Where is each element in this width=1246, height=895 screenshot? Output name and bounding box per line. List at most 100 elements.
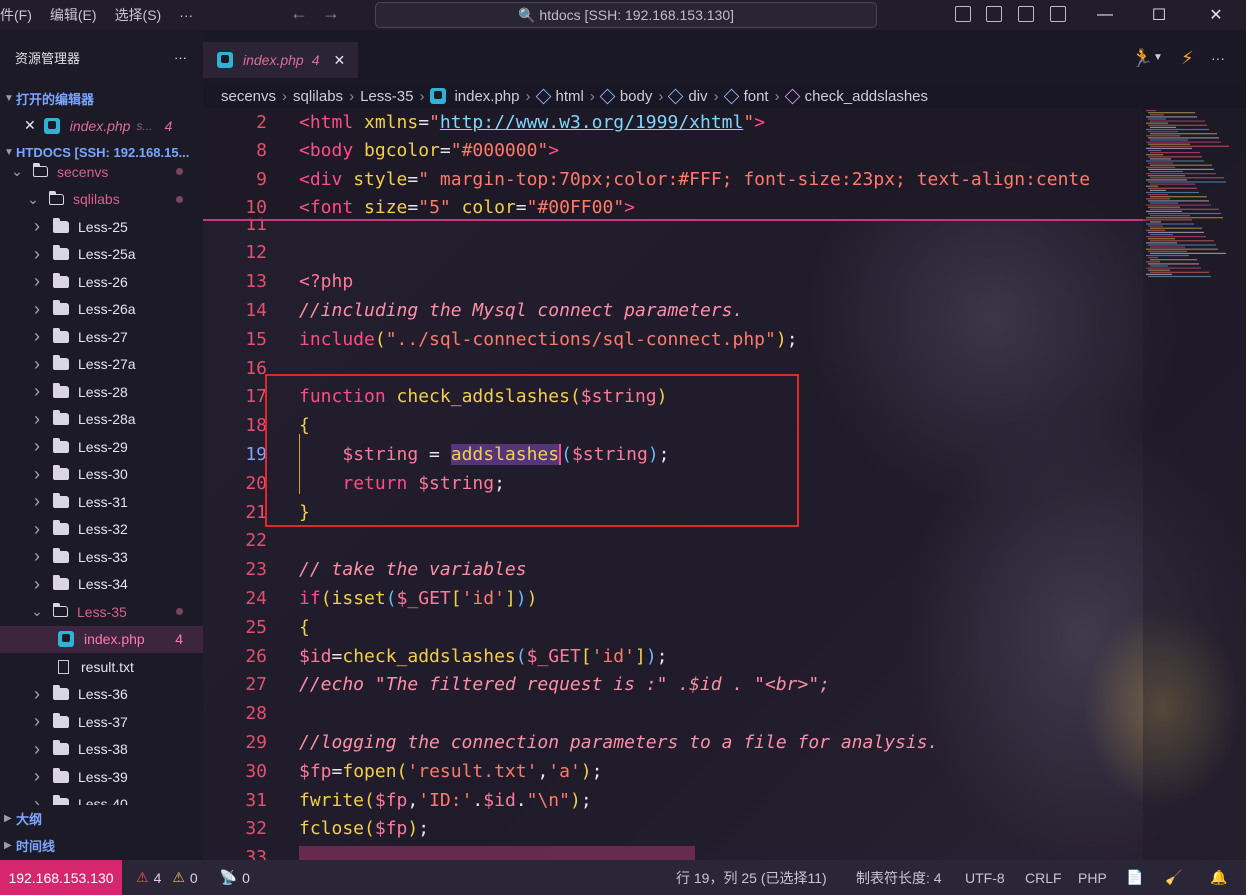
tree-folder-less-30[interactable]: › Less-30 bbox=[0, 461, 203, 489]
customize-layout-icon[interactable] bbox=[1050, 6, 1066, 22]
chevron-down-icon[interactable]: ▼ bbox=[1153, 52, 1163, 63]
code-line[interactable]: 14 //including the Mysql connect paramete… bbox=[203, 296, 1148, 324]
code-token: " bbox=[429, 111, 440, 133]
code-token: . bbox=[472, 789, 484, 811]
toggle-sidebar-icon[interactable] bbox=[955, 6, 971, 22]
breadcrumb-item[interactable]: html bbox=[556, 88, 584, 105]
tree-folder-less-33[interactable]: › Less-33 bbox=[0, 543, 203, 571]
tree-folder-less-25[interactable]: › Less-25 bbox=[0, 213, 203, 241]
sticky-scroll-divider bbox=[203, 219, 1148, 221]
breadcrumb-item[interactable]: check_addslashes bbox=[805, 88, 928, 105]
code-token: <font bbox=[299, 197, 365, 218]
debug-icon[interactable]: ⚡ bbox=[1181, 48, 1194, 69]
code-line[interactable]: 25 { bbox=[203, 613, 1148, 641]
tree-folder-less-28a[interactable]: › Less-28a bbox=[0, 406, 203, 434]
breadcrumb-item[interactable]: Less-35 bbox=[360, 88, 413, 105]
notifications-bell-icon[interactable]: 🔔 bbox=[1210, 860, 1227, 895]
more-actions-icon[interactable]: ··· bbox=[1211, 50, 1225, 66]
code-editor[interactable]: 11 12 13 <?php 14//including the Mysql conne… bbox=[203, 108, 1246, 860]
cursor-position[interactable]: 行 19，列 25 (已选择11) bbox=[676, 860, 827, 895]
chevron-right-icon: ▶ bbox=[4, 840, 12, 851]
tree-folder-less-26a[interactable]: › Less-26a bbox=[0, 296, 203, 324]
tree-folder-less-36[interactable]: › Less-36 bbox=[0, 681, 203, 709]
breadcrumb-item[interactable]: font bbox=[744, 88, 769, 105]
code-line[interactable]: 22 bbox=[203, 527, 1148, 555]
close-icon[interactable]: ✕ bbox=[24, 117, 36, 134]
forward-arrow-icon[interactable]: → bbox=[322, 3, 340, 24]
tree-folder-secenvs[interactable]: ⌄ secenvs bbox=[0, 158, 203, 186]
folder-icon bbox=[53, 465, 69, 481]
toggle-secondary-sidebar-icon[interactable] bbox=[1018, 6, 1034, 22]
code-line[interactable]: 28 bbox=[203, 700, 1148, 728]
code-token: ) bbox=[645, 645, 657, 667]
menu-selection[interactable]: 选择(S) bbox=[115, 5, 162, 25]
run-icon[interactable]: 🏃 bbox=[1131, 48, 1153, 69]
minimap-line bbox=[1148, 168, 1214, 170]
menu-more[interactable]: ··· bbox=[179, 7, 193, 23]
code-line[interactable]: 23 // take the variables bbox=[203, 556, 1148, 584]
tree-file-index-php[interactable]: index.php 4 bbox=[0, 625, 203, 653]
remote-indicator[interactable]: 192.168.153.130 bbox=[0, 860, 122, 895]
tree-folder-less-35[interactable]: ⌄ Less-35 bbox=[0, 598, 203, 626]
code-line[interactable]: 31 fwrite($fp,'ID:'.$id."\n"); bbox=[203, 786, 1148, 814]
back-arrow-icon[interactable]: ← bbox=[290, 3, 308, 24]
tree-folder-less-27[interactable]: › Less-27 bbox=[0, 323, 203, 351]
tree-folder-less-31[interactable]: › Less-31 bbox=[0, 488, 203, 516]
tree-folder-less-25a[interactable]: › Less-25a bbox=[0, 241, 203, 269]
file-tree: ⌄ secenvs ⌄ sqlilabs › Less-25 › Less-25a › Less-… bbox=[0, 158, 203, 818]
tree-folder-less-38[interactable]: › Less-38 bbox=[0, 736, 203, 764]
sticky-code-line[interactable]: 8 <body bgcolor="#000000"> bbox=[203, 137, 1148, 165]
sticky-code-line[interactable]: 2 <html xmlns="http://www.w3.org/1999/xht… bbox=[203, 108, 1148, 136]
code-line[interactable]: 26 $id=check_addslashes($_GET['id']); bbox=[203, 642, 1148, 670]
tree-folder-less-28[interactable]: › Less-28 bbox=[0, 378, 203, 406]
tree-folder-less-34[interactable]: › Less-34 bbox=[0, 571, 203, 599]
tree-folder-less-37[interactable]: › Less-37 bbox=[0, 708, 203, 736]
encoding[interactable]: UTF-8 bbox=[965, 860, 1005, 895]
outline-section[interactable]: ▶ 大纲 bbox=[0, 805, 203, 832]
ports-indicator[interactable]: 📡 0 bbox=[220, 869, 250, 886]
menu-edit[interactable]: 编辑(E) bbox=[50, 5, 97, 25]
problems-indicator[interactable]: ⚠ 4 ⚠ 0 bbox=[136, 869, 198, 886]
breadcrumb-item[interactable]: sqlilabs bbox=[293, 88, 343, 105]
end-of-line[interactable]: CRLF bbox=[1025, 860, 1062, 895]
broom-icon[interactable]: 🧹 bbox=[1165, 860, 1182, 895]
tab-index-php[interactable]: index.php 4 ✕ bbox=[203, 42, 358, 78]
close-window-button[interactable]: ✕ bbox=[1193, 0, 1239, 30]
breadcrumb-item[interactable]: index.php bbox=[454, 88, 519, 105]
language-mode[interactable]: PHP bbox=[1078, 860, 1107, 895]
breadcrumb-item[interactable]: div bbox=[688, 88, 707, 105]
menu-file[interactable]: 件(F) bbox=[0, 5, 32, 25]
breadcrumb-item[interactable]: body bbox=[620, 88, 653, 105]
toggle-panel-icon[interactable] bbox=[986, 6, 1002, 22]
open-editors-section[interactable]: ▼ 打开的编辑器 bbox=[0, 85, 203, 112]
breadcrumb-item[interactable]: secenvs bbox=[221, 88, 276, 105]
sticky-code-line[interactable]: 9 <div style=" margin-top:70px;color:#FFF… bbox=[203, 165, 1148, 193]
maximize-button[interactable]: ☐ bbox=[1136, 0, 1182, 30]
explorer-more-icon[interactable]: ··· bbox=[174, 50, 187, 65]
code-line[interactable]: 27 //echo "The filtered request is :" .$i… bbox=[203, 671, 1148, 699]
code-line[interactable]: 24 if(isset($_GET['id'])) bbox=[203, 584, 1148, 612]
code-line[interactable]: 29 //logging the connection parameters to… bbox=[203, 728, 1148, 756]
sticky-code-line[interactable]: 10 <font size="5" color="#00FF00"> bbox=[203, 194, 1148, 222]
code-line[interactable]: 30 $fp=fopen('result.txt','a'); bbox=[203, 757, 1148, 785]
command-center-search[interactable]: 🔍 htdocs [SSH: 192.168.153.130] bbox=[375, 2, 877, 28]
tree-folder-less-27a[interactable]: › Less-27a bbox=[0, 351, 203, 379]
minimap[interactable] bbox=[1143, 108, 1246, 860]
tree-folder-less-32[interactable]: › Less-32 bbox=[0, 516, 203, 544]
tree-file-result-txt[interactable]: result.txt bbox=[0, 653, 203, 681]
indentation[interactable]: 制表符长度: 4 bbox=[856, 860, 942, 895]
code-line[interactable]: 13 <?php bbox=[203, 268, 1148, 296]
tree-folder-less-39[interactable]: › Less-39 bbox=[0, 763, 203, 791]
open-editor-item[interactable]: ✕ index.php s... 4 bbox=[0, 112, 203, 139]
timeline-section[interactable]: ▶ 时间线 bbox=[0, 832, 203, 859]
tree-folder-less-26[interactable]: › Less-26 bbox=[0, 268, 203, 296]
close-icon[interactable]: ✕ bbox=[334, 52, 346, 69]
json-schema-icon[interactable]: 📄 bbox=[1126, 860, 1143, 895]
minimize-button[interactable]: — bbox=[1082, 0, 1128, 30]
code-line[interactable]: 32 fclose($fp); bbox=[203, 815, 1148, 843]
tree-folder-less-29[interactable]: › Less-29 bbox=[0, 433, 203, 461]
tree-folder-sqlilabs[interactable]: ⌄ sqlilabs bbox=[0, 186, 203, 214]
method-symbol-icon bbox=[784, 88, 800, 104]
code-line[interactable]: 12 bbox=[203, 239, 1148, 267]
code-line[interactable]: 15 include("../sql-connections/sql-connec… bbox=[203, 325, 1148, 353]
